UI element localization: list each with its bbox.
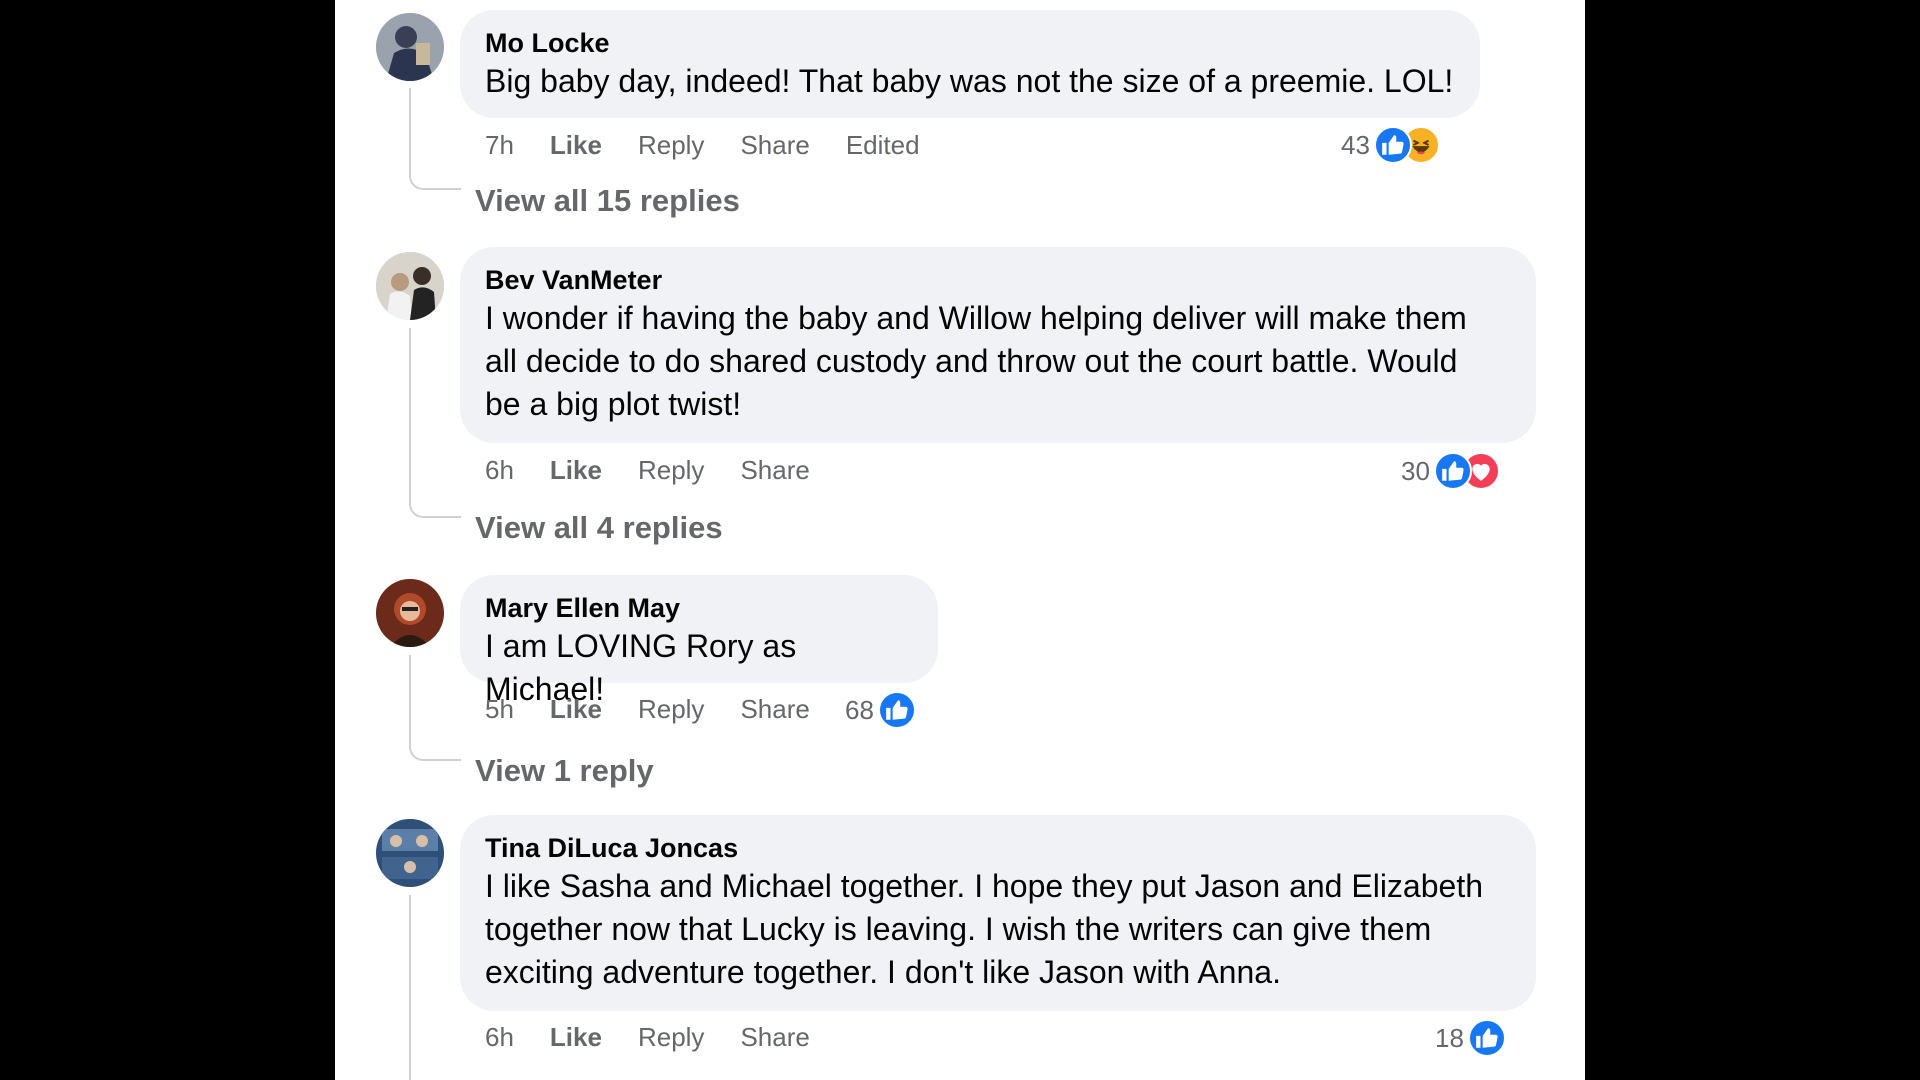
comment-text-line: I wonder if having the baby and Willow h…: [485, 300, 1467, 336]
comment-time[interactable]: 6h: [485, 455, 514, 486]
comment-author[interactable]: Mary Ellen May: [485, 591, 912, 625]
view-replies-link[interactable]: View all 15 replies: [475, 183, 740, 219]
reaction-count: 18: [1435, 1022, 1464, 1053]
reaction-count: 30: [1401, 455, 1430, 486]
like-icon: [1433, 452, 1472, 490]
edited-label: Edited: [845, 129, 920, 160]
comment-bubble: Tina DiLuca Joncas I like Sasha and Mich…: [460, 815, 1536, 1011]
comment-actions: 7h Like Reply Share Edited: [485, 127, 956, 163]
like-button[interactable]: Like: [550, 694, 602, 725]
like-icon: [1467, 1019, 1506, 1057]
comment-bubble: Bev VanMeter I wonder if having the baby…: [460, 247, 1536, 443]
reactions-summary[interactable]: 18: [1435, 1017, 1506, 1059]
comment-panel: Mo Locke Big baby day, indeed! That baby…: [335, 0, 1585, 1080]
comment-author[interactable]: Bev VanMeter: [485, 263, 1510, 297]
avatar[interactable]: [376, 819, 444, 887]
comment-author[interactable]: Mo Locke: [485, 26, 1454, 60]
comment-text-line: exciting adventure together. I don't lik…: [485, 954, 1281, 990]
view-replies-link[interactable]: View 1 reply: [475, 753, 654, 789]
share-button[interactable]: Share: [740, 694, 809, 725]
reactions-summary[interactable]: 68: [845, 689, 916, 731]
reactions-summary[interactable]: 30: [1401, 450, 1500, 492]
comment-time[interactable]: 5h: [485, 694, 514, 725]
comment-thread: Tina DiLuca Joncas I like Sasha and Mich…: [355, 807, 1575, 1080]
avatar[interactable]: [376, 579, 444, 647]
like-icon: [1373, 126, 1412, 164]
like-icon: [877, 691, 916, 729]
comment-actions: 5h Like Reply Share: [485, 691, 846, 727]
comment-bubble: Mary Ellen May I am LOVING Rory as Micha…: [460, 575, 938, 707]
share-button[interactable]: Share: [740, 455, 809, 486]
reply-button[interactable]: Reply: [638, 455, 704, 486]
comment-text: Big baby day, indeed! That baby was not …: [485, 63, 1454, 99]
avatar[interactable]: [376, 252, 444, 320]
comment-thread: Mo Locke Big baby day, indeed! That baby…: [355, 0, 1575, 225]
comment-actions: 6h Like Reply Share: [485, 1019, 846, 1055]
reactions-summary[interactable]: 43: [1341, 124, 1440, 166]
reply-button[interactable]: Reply: [638, 130, 704, 161]
comment-text-line: I like Sasha and Michael together. I hop…: [485, 868, 1483, 904]
comment-bubble: Mo Locke Big baby day, indeed! That baby…: [460, 10, 1480, 118]
comment-text-line: together now that Lucky is leaving. I wi…: [485, 911, 1432, 947]
like-button[interactable]: Like: [550, 130, 602, 161]
comment-text-line: be a big plot twist!: [485, 386, 742, 422]
share-button[interactable]: Share: [740, 1022, 809, 1053]
comment-actions: 6h Like Reply Share: [485, 452, 846, 488]
like-button[interactable]: Like: [550, 455, 602, 486]
reply-button[interactable]: Reply: [638, 694, 704, 725]
reply-button[interactable]: Reply: [638, 1022, 704, 1053]
comment-thread: Bev VanMeter I wonder if having the baby…: [355, 240, 1575, 570]
comment-thread: Mary Ellen May I am LOVING Rory as Micha…: [355, 567, 1575, 800]
avatar[interactable]: [376, 13, 444, 81]
reaction-count: 68: [845, 694, 874, 725]
comment-text-line: all decide to do shared custody and thro…: [485, 343, 1458, 379]
comment-time[interactable]: 6h: [485, 1022, 514, 1053]
share-button[interactable]: Share: [740, 130, 809, 161]
view-replies-link[interactable]: View all 4 replies: [475, 510, 723, 546]
reaction-count: 43: [1341, 129, 1370, 160]
comment-author[interactable]: Tina DiLuca Joncas: [485, 831, 1510, 865]
like-button[interactable]: Like: [550, 1022, 602, 1053]
comment-time[interactable]: 7h: [485, 130, 514, 161]
